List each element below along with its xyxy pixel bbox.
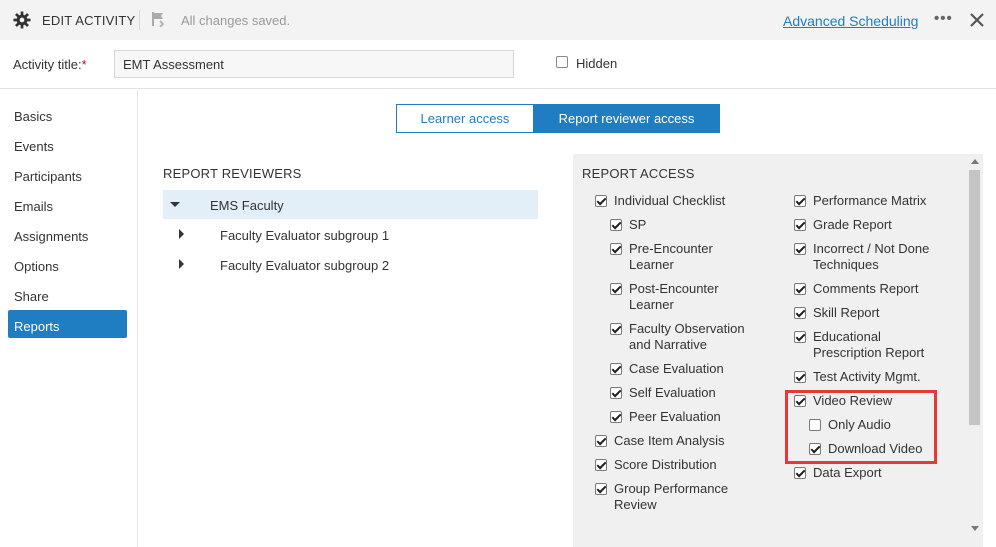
sidebar-item-events[interactable]: Events xyxy=(8,130,127,158)
caret-right-icon[interactable] xyxy=(179,259,184,269)
report-access-heading: REPORT ACCESS xyxy=(582,166,695,181)
checkbox-test-activity-mgmt[interactable] xyxy=(794,371,806,383)
checkbox-incorrect-not-done[interactable] xyxy=(794,243,806,255)
page-title: EDIT ACTIVITY xyxy=(42,13,136,28)
checkbox-label: Score Distribution xyxy=(614,457,717,472)
panel-scrollbar[interactable] xyxy=(967,154,983,547)
checkbox-download-video[interactable] xyxy=(809,443,821,455)
checkbox-sp[interactable] xyxy=(610,219,622,231)
header-divider xyxy=(139,10,140,30)
checkbox-faculty-observation[interactable] xyxy=(610,323,622,335)
scrollbar-thumb[interactable] xyxy=(969,170,980,425)
scroll-up-icon[interactable] xyxy=(971,159,979,164)
tree-label: EMS Faculty xyxy=(210,198,284,213)
sidebar-item-assignments[interactable]: Assignments xyxy=(8,220,127,248)
hidden-checkbox[interactable] xyxy=(556,56,568,68)
checkbox-group-performance-review[interactable] xyxy=(595,483,607,495)
checkbox-label: Post-Encounter Learner xyxy=(629,281,719,312)
checkbox-label: Grade Report xyxy=(813,217,892,232)
checkbox-label: SP xyxy=(629,217,647,232)
checkbox-performance-matrix[interactable] xyxy=(794,195,806,207)
checkbox-label: Faculty Observation and Narrative xyxy=(629,321,745,352)
tree-label: Faculty Evaluator subgroup 2 xyxy=(220,258,390,273)
checkbox-label: Skill Report xyxy=(813,305,880,320)
checkbox-label: Test Activity Mgmt. xyxy=(813,369,921,384)
checkbox-label: Performance Matrix xyxy=(813,193,927,208)
sidebar: Basics Events Participants Emails Assign… xyxy=(0,90,138,547)
activity-title-row: Activity title:* Hidden xyxy=(0,40,996,89)
activity-title-label: Activity title:* xyxy=(13,57,87,72)
hidden-label: Hidden xyxy=(576,56,618,71)
sidebar-item-emails[interactable]: Emails xyxy=(8,190,127,218)
save-flag-icon xyxy=(152,12,165,27)
checkbox-post-encounter-learner[interactable] xyxy=(610,283,622,295)
checkbox-label: Video Review xyxy=(813,393,893,408)
scroll-down-icon[interactable] xyxy=(971,526,979,531)
checkbox-label: Peer Evaluation xyxy=(629,409,721,424)
checkbox-comments-report[interactable] xyxy=(794,283,806,295)
caret-down-icon[interactable] xyxy=(170,202,180,207)
sidebar-item-reports[interactable]: Reports xyxy=(8,310,127,338)
advanced-scheduling-link[interactable]: Advanced Scheduling xyxy=(783,13,918,29)
checkbox-label: Individual Checklist xyxy=(614,193,726,208)
checkbox-score-distribution[interactable] xyxy=(595,459,607,471)
save-status: All changes saved. xyxy=(181,13,291,28)
checkbox-video-review[interactable] xyxy=(794,395,806,407)
checkbox-label: Comments Report xyxy=(813,281,919,296)
checkbox-label: Download Video xyxy=(828,441,923,456)
checkbox-label: Only Audio xyxy=(828,417,891,432)
tree-label: Faculty Evaluator subgroup 1 xyxy=(220,228,390,243)
required-mark: * xyxy=(81,57,87,72)
tab-learner-access[interactable]: Learner access xyxy=(396,104,534,133)
report-reviewers-heading: REPORT REVIEWERS xyxy=(163,166,302,181)
caret-right-icon[interactable] xyxy=(179,229,184,239)
checkbox-label: Group Performance Review xyxy=(614,481,729,512)
checkbox-label: Educational Prescription Report xyxy=(813,329,925,360)
tree-row-subgroup-1[interactable]: Faculty Evaluator subgroup 1 xyxy=(163,220,538,249)
more-options-button[interactable]: ••• xyxy=(934,10,953,27)
checkbox-case-evaluation[interactable] xyxy=(610,363,622,375)
sidebar-item-share[interactable]: Share xyxy=(8,280,127,308)
checkbox-individual-checklist[interactable] xyxy=(595,195,607,207)
sidebar-item-basics[interactable]: Basics xyxy=(8,100,127,128)
gear-icon xyxy=(13,11,31,29)
checkbox-only-audio[interactable] xyxy=(809,419,821,431)
activity-title-input[interactable] xyxy=(114,50,514,78)
close-icon[interactable] xyxy=(969,12,985,28)
tab-report-reviewer-access[interactable]: Report reviewer access xyxy=(533,104,720,133)
checkbox-label: Incorrect / Not Done Techniques xyxy=(813,241,930,272)
checkbox-data-export[interactable] xyxy=(794,467,806,479)
header-bar: EDIT ACTIVITY All changes saved. Advance… xyxy=(0,0,996,40)
checkbox-case-item-analysis[interactable] xyxy=(595,435,607,447)
report-access-panel: REPORT ACCESS Individual Checklist SP Pr… xyxy=(573,154,983,547)
checkbox-self-evaluation[interactable] xyxy=(610,387,622,399)
checkbox-pre-encounter-learner[interactable] xyxy=(610,243,622,255)
tree-row-subgroup-2[interactable]: Faculty Evaluator subgroup 2 xyxy=(163,250,538,279)
tree-row-ems-faculty[interactable]: EMS Faculty xyxy=(163,190,538,219)
checkbox-peer-evaluation[interactable] xyxy=(610,411,622,423)
checkbox-educational-prescription[interactable] xyxy=(794,331,806,343)
checkbox-label: Data Export xyxy=(813,465,882,480)
checkbox-label: Pre-Encounter Learner xyxy=(629,241,713,272)
sidebar-item-options[interactable]: Options xyxy=(8,250,127,278)
checkbox-skill-report[interactable] xyxy=(794,307,806,319)
checkbox-grade-report[interactable] xyxy=(794,219,806,231)
checkbox-label: Case Item Analysis xyxy=(614,433,725,448)
checkbox-label: Case Evaluation xyxy=(629,361,724,376)
checkbox-label: Self Evaluation xyxy=(629,385,716,400)
sidebar-item-participants[interactable]: Participants xyxy=(8,160,127,188)
